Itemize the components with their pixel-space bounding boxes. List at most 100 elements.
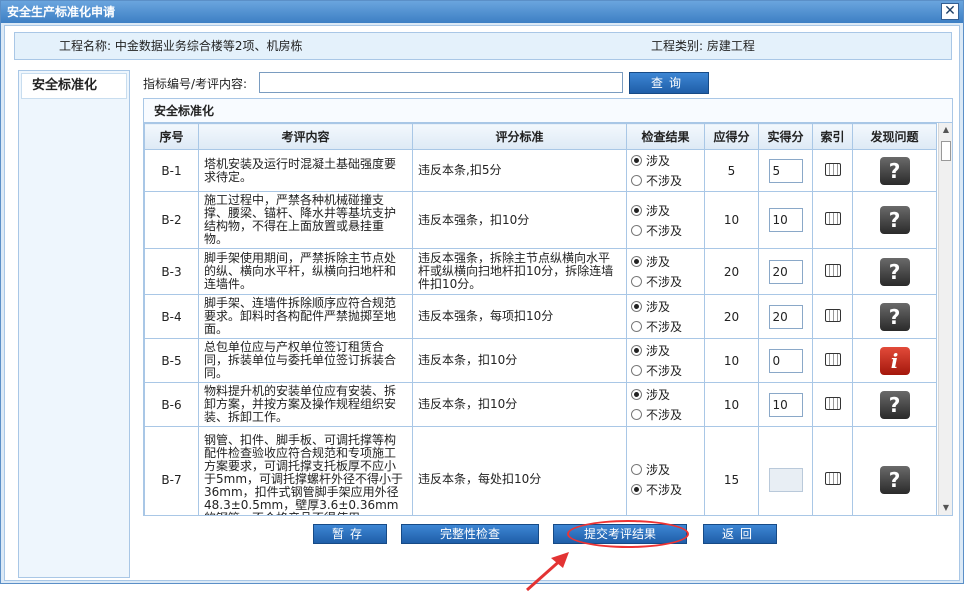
row-reference xyxy=(812,382,853,427)
book-icon[interactable] xyxy=(824,396,841,410)
row-index: B-3 xyxy=(144,248,199,295)
table-body: B-1 塔机安装及运行时混凝土基础强度要求待定。 违反本条,扣5分 涉及 不涉及… xyxy=(144,149,937,515)
result-option[interactable]: 涉及 xyxy=(627,385,704,405)
table-row: B-6 物料提升机的安装单位应有安装、拆卸方案，并按方案及操作规程组织安装、拆卸… xyxy=(144,382,937,427)
row-actual-score: 5 xyxy=(758,149,813,192)
table-header-row: 序号 考评内容 评分标准 检查结果 应得分 实得分 索引 发现问题 xyxy=(144,123,937,150)
scroll-thumb[interactable] xyxy=(941,141,951,161)
actual-score-input[interactable]: 20 xyxy=(768,304,803,329)
radio-button[interactable] xyxy=(631,409,642,420)
radio-button[interactable] xyxy=(631,256,642,267)
book-icon[interactable] xyxy=(824,471,841,485)
row-result: 涉及 不涉及 xyxy=(626,294,705,339)
book-icon[interactable] xyxy=(824,212,841,225)
question-icon[interactable]: ? xyxy=(879,390,910,419)
result-option[interactable]: 涉及 xyxy=(627,252,704,272)
actual-score-input[interactable]: 5 xyxy=(768,158,803,183)
result-option[interactable]: 不涉及 xyxy=(627,171,704,191)
question-icon[interactable]: ? xyxy=(879,302,910,331)
header-index: 序号 xyxy=(144,123,199,150)
row-issue: ? xyxy=(852,294,937,339)
radio-button[interactable] xyxy=(631,276,642,287)
row-actual-score: 0 xyxy=(758,338,813,383)
action-bar: 暂存 完整性检查 提交考评结果 返回 xyxy=(5,522,961,552)
actual-score-input[interactable]: 10 xyxy=(768,208,803,232)
result-option[interactable]: 不涉及 xyxy=(627,317,704,337)
book-icon[interactable] xyxy=(824,162,841,176)
table-row: B-5 总包单位应与产权单位签订租赁合同，拆装单位与委托单位签订拆装合同。 违反… xyxy=(144,338,937,383)
row-reference xyxy=(812,294,853,339)
sidebar-item-safety-standard[interactable]: 安全标准化 xyxy=(21,73,127,99)
row-result: 涉及 不涉及 xyxy=(626,426,705,515)
question-icon[interactable]: ? xyxy=(879,156,910,185)
row-criteria: 违反本条，扣10分 xyxy=(412,338,627,383)
radio-button[interactable] xyxy=(631,175,642,186)
question-icon[interactable]: ? xyxy=(879,257,910,286)
project-info-bar: 工程名称: 中金数据业务综合楼等2项、机房栋 工程类别: 房建工程 xyxy=(14,32,952,60)
question-icon[interactable]: ? xyxy=(879,206,910,234)
result-option[interactable]: 涉及 xyxy=(627,460,704,480)
row-index: B-6 xyxy=(144,382,199,427)
row-criteria: 违反本强条，每项扣10分 xyxy=(412,294,627,339)
book-icon[interactable] xyxy=(824,352,841,366)
book-icon[interactable] xyxy=(824,263,841,277)
radio-label: 涉及 xyxy=(646,255,671,269)
scroll-down-icon[interactable]: ▼ xyxy=(941,503,951,513)
result-option[interactable]: 不涉及 xyxy=(627,480,704,500)
row-due-score: 15 xyxy=(704,426,759,515)
query-button[interactable]: 查询 xyxy=(629,72,709,94)
info-icon[interactable]: i xyxy=(879,346,910,375)
row-reference xyxy=(812,426,853,515)
vertical-scrollbar[interactable]: ▲ ▼ xyxy=(938,123,952,515)
result-option[interactable]: 不涉及 xyxy=(627,272,704,292)
title-bar: 安全生产标准化申请 ✕ xyxy=(1,1,963,23)
radio-button[interactable] xyxy=(631,345,642,356)
completeness-check-button[interactable]: 完整性检查 xyxy=(401,524,539,544)
save-draft-button[interactable]: 暂存 xyxy=(313,524,387,544)
radio-label: 不涉及 xyxy=(646,275,683,289)
radio-label: 不涉及 xyxy=(646,223,683,238)
row-criteria: 违反本强条，扣10分 xyxy=(412,191,627,249)
radio-button[interactable] xyxy=(631,204,642,216)
row-due-score: 10 xyxy=(704,382,759,427)
row-content: 钢管、扣件、脚手板、可调托撑等构配件检查验收应符合规范和专项施工方案要求，可调托… xyxy=(198,426,413,515)
actual-score-input[interactable] xyxy=(768,467,803,492)
annotation-arrow-icon xyxy=(526,552,569,592)
row-criteria: 违反本条,扣5分 xyxy=(412,149,627,192)
question-icon[interactable]: ? xyxy=(879,465,910,494)
search-input[interactable] xyxy=(259,72,623,93)
header-reference: 索引 xyxy=(812,123,853,150)
result-option[interactable]: 不涉及 xyxy=(627,220,704,240)
result-option[interactable]: 不涉及 xyxy=(627,405,704,425)
radio-label: 涉及 xyxy=(646,300,671,314)
radio-button[interactable] xyxy=(631,389,642,400)
header-criteria: 评分标准 xyxy=(412,123,627,150)
actual-score-input[interactable]: 10 xyxy=(768,392,803,417)
radio-button[interactable] xyxy=(631,321,642,332)
row-content: 塔机安装及运行时混凝土基础强度要求待定。 xyxy=(198,149,413,192)
result-option[interactable]: 涉及 xyxy=(627,200,704,220)
back-button[interactable]: 返回 xyxy=(703,524,777,544)
header-result: 检查结果 xyxy=(626,123,705,150)
close-button[interactable]: ✕ xyxy=(941,3,959,20)
row-actual-score xyxy=(758,426,813,515)
row-actual-score: 10 xyxy=(758,191,813,249)
actual-score-input[interactable]: 20 xyxy=(768,259,803,284)
row-content: 脚手架、连墙件拆除顺序应符合规范要求。卸料时各构配件严禁抛掷至地面。 xyxy=(198,294,413,339)
radio-button[interactable] xyxy=(631,301,642,312)
radio-button[interactable] xyxy=(631,155,642,166)
actual-score-input[interactable]: 0 xyxy=(768,348,803,373)
scroll-up-icon[interactable]: ▲ xyxy=(941,125,951,135)
result-option[interactable]: 涉及 xyxy=(627,151,704,171)
result-option[interactable]: 涉及 xyxy=(627,341,704,361)
radio-button[interactable] xyxy=(631,464,642,475)
radio-button[interactable] xyxy=(631,224,642,236)
result-option[interactable]: 不涉及 xyxy=(627,361,704,381)
annotation-ellipse xyxy=(567,520,689,548)
radio-button[interactable] xyxy=(631,365,642,376)
row-result: 涉及 不涉及 xyxy=(626,149,705,192)
book-icon[interactable] xyxy=(824,308,841,322)
radio-button[interactable] xyxy=(631,484,642,495)
result-option[interactable]: 涉及 xyxy=(627,297,704,317)
row-criteria: 违反本条，每处扣10分 xyxy=(412,426,627,515)
